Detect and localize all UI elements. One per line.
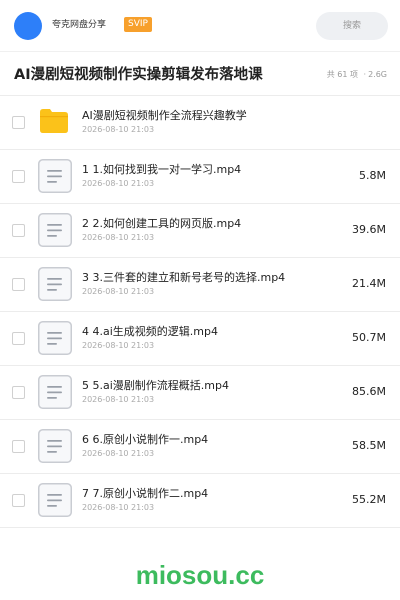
file-date: 2026-08-10 21:03 — [82, 503, 155, 512]
file-size: 5.8M — [359, 169, 386, 182]
file-size: 58.5M — [352, 439, 386, 452]
row-checkbox[interactable] — [12, 224, 25, 237]
file-row[interactable]: AI漫剧短视频制作全流程兴趣教学 2026-08-10 21:03 — [0, 96, 400, 150]
file-name[interactable]: 6 6.原创小说制作一.mp4 — [82, 433, 208, 447]
file-size: 21.4M — [352, 277, 386, 290]
avatar[interactable] — [14, 12, 42, 40]
file-date: 2026-08-10 21:03 — [82, 125, 155, 134]
file-row[interactable]: 7 7.原创小说制作二.mp4 2026-08-10 21:03 55.2M — [0, 474, 400, 528]
file-date: 2026-08-10 21:03 — [82, 179, 155, 188]
file-row[interactable]: 1 1.如何找到我一对一学习.mp4 2026-08-10 21:03 5.8M — [0, 150, 400, 204]
row-checkbox[interactable] — [12, 494, 25, 507]
file-name[interactable]: AI漫剧短视频制作全流程兴趣教学 — [82, 109, 247, 123]
file-row[interactable]: 3 3.三件套的建立和新号老号的选择.mp4 2026-08-10 21:03 21… — [0, 258, 400, 312]
file-name[interactable]: 4 4.ai生成视频的逻辑.mp4 — [82, 325, 218, 339]
file-date: 2026-08-10 21:03 — [82, 449, 155, 458]
footer: miosou.cc — [0, 548, 400, 600]
row-checkbox[interactable] — [12, 386, 25, 399]
file-size: 55.2M — [352, 493, 386, 506]
row-checkbox[interactable] — [12, 116, 25, 129]
header: 夸克网盘分享 SVIP 搜索 — [0, 0, 400, 52]
file-size: 39.6M — [352, 223, 386, 236]
file-date: 2026-08-10 21:03 — [82, 395, 155, 404]
file-size: 50.7M — [352, 331, 386, 344]
file-name[interactable]: 1 1.如何找到我一对一学习.mp4 — [82, 163, 241, 177]
file-list: AI漫剧短视频制作全流程兴趣教学 2026-08-10 21:03 1 1.如何找到… — [0, 96, 400, 528]
file-date: 2026-08-10 21:03 — [82, 233, 155, 242]
folder-icon — [40, 109, 68, 133]
item-count: 共 61 项 — [326, 70, 358, 79]
file-name[interactable]: 5 5.ai漫剧制作流程概括.mp4 — [82, 379, 229, 393]
meta-separator: · — [363, 70, 366, 79]
file-date: 2026-08-10 21:03 — [82, 341, 155, 350]
row-checkbox[interactable] — [12, 278, 25, 291]
file-row[interactable]: 2 2.如何创建工具的网页版.mp4 2026-08-10 21:03 39.6M — [0, 204, 400, 258]
document-icon — [38, 159, 72, 193]
document-icon — [38, 267, 72, 301]
file-date: 2026-08-10 21:03 — [82, 287, 155, 296]
user-name[interactable]: 夸克网盘分享 — [52, 19, 106, 31]
file-row[interactable]: 6 6.原创小说制作一.mp4 2026-08-10 21:03 58.5M — [0, 420, 400, 474]
file-name[interactable]: 7 7.原创小说制作二.mp4 — [82, 487, 208, 501]
total-size: 2.6G — [368, 70, 387, 79]
watermark: miosou.cc — [135, 560, 265, 590]
document-icon — [38, 483, 72, 517]
file-size: 85.6M — [352, 385, 386, 398]
title-bar: AI漫剧短视频制作实操剪辑发布落地课 共 61 项 · 2.6G — [0, 52, 400, 96]
row-checkbox[interactable] — [12, 440, 25, 453]
file-row[interactable]: 5 5.ai漫剧制作流程概括.mp4 2026-08-10 21:03 85.6M — [0, 366, 400, 420]
document-icon — [38, 321, 72, 355]
page-title: AI漫剧短视频制作实操剪辑发布落地课 — [14, 67, 263, 83]
document-icon — [38, 429, 72, 463]
file-name[interactable]: 3 3.三件套的建立和新号老号的选择.mp4 — [82, 271, 285, 285]
document-icon — [38, 375, 72, 409]
row-checkbox[interactable] — [12, 170, 25, 183]
file-name[interactable]: 2 2.如何创建工具的网页版.mp4 — [82, 217, 241, 231]
file-row[interactable]: 4 4.ai生成视频的逻辑.mp4 2026-08-10 21:03 50.7M — [0, 312, 400, 366]
svip-badge: SVIP — [124, 17, 152, 32]
search-input[interactable]: 搜索 — [316, 12, 388, 40]
document-icon — [38, 213, 72, 247]
row-checkbox[interactable] — [12, 332, 25, 345]
